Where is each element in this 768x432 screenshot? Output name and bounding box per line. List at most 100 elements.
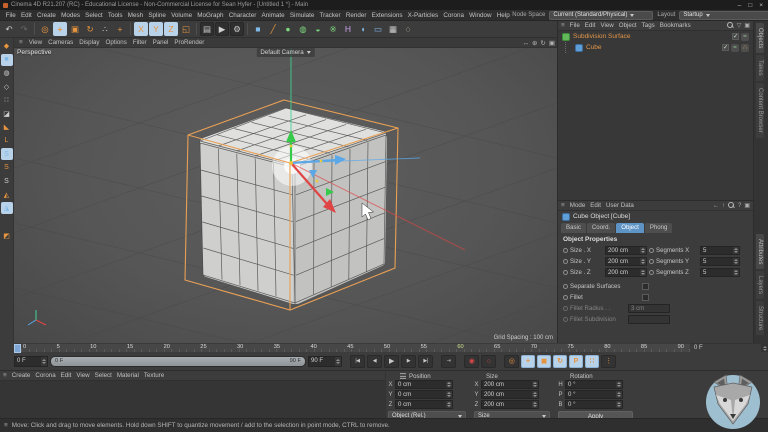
position-x-input[interactable]: 0 cm — [395, 380, 453, 389]
edit-tag-icon[interactable]: ≈ — [741, 33, 749, 41]
last-tool-button[interactable]: ∴ — [98, 22, 112, 36]
points-mode-button[interactable]: ∷ — [1, 94, 13, 106]
menu-spline[interactable]: Spline — [146, 12, 169, 19]
mat-menu-material[interactable]: Material — [117, 372, 139, 379]
pan-view-icon[interactable]: ↔ — [522, 40, 529, 47]
viewport-canvas[interactable]: Perspective Default Camera Grid Spacing … — [14, 48, 557, 343]
fillet-checkbox[interactable] — [642, 294, 649, 301]
separate-surfaces-checkbox[interactable] — [642, 283, 649, 290]
size-z-input[interactable]: 200 cm — [605, 268, 647, 277]
render-view-button[interactable]: ▤ — [200, 22, 214, 36]
convert-editable-button[interactable]: ◆ — [1, 40, 13, 52]
axis-z-toggle[interactable]: Z — [164, 22, 178, 36]
om-menu-view[interactable]: View — [600, 22, 613, 29]
goto-end-button[interactable]: ▶| — [418, 355, 433, 368]
render-picture-viewer-button[interactable]: ▶ — [215, 22, 229, 36]
workplane-tool[interactable]: + — [113, 22, 127, 36]
size-y-input[interactable]: 200 cm — [605, 257, 647, 266]
axis-x-toggle[interactable]: X — [134, 22, 148, 36]
edges-mode-button[interactable]: ◪ — [1, 108, 13, 120]
symmetry-button[interactable]: ◒ — [311, 22, 325, 36]
floor-button[interactable]: ▭ — [371, 22, 385, 36]
phong-tag-icon[interactable]: ∴ — [741, 44, 749, 52]
tab-structure[interactable]: Structure — [756, 301, 764, 335]
camera-label[interactable]: Default Camera — [256, 48, 314, 57]
segments-z-input[interactable]: 5 — [700, 268, 740, 277]
scale-tool[interactable]: ▣ — [68, 22, 82, 36]
om-menu-edit[interactable]: Edit — [585, 22, 596, 29]
coordinate-system-toggle[interactable]: ◱ — [179, 22, 193, 36]
current-frame-field[interactable]: 0 F — [690, 343, 768, 352]
help-icon[interactable]: ? — [738, 203, 741, 209]
tab-coord[interactable]: Coord. — [587, 223, 615, 233]
zoom-view-icon[interactable]: ⊕ — [532, 39, 537, 47]
object-row-subdivision-surface[interactable]: Subdivision Surface ≈ — [558, 31, 753, 42]
animatable-dot[interactable] — [649, 259, 654, 264]
enable-axis-button[interactable]: S — [1, 148, 13, 160]
maximize-button[interactable]: □ — [748, 2, 752, 9]
rotation-h-input[interactable]: 0 ° — [565, 380, 623, 389]
position-y-input[interactable]: 0 cm — [395, 390, 453, 399]
menu-tools[interactable]: Tools — [105, 12, 125, 19]
vp-menu-options[interactable]: Options — [106, 39, 127, 46]
vp-menu-panel[interactable]: Panel — [153, 39, 169, 46]
panel-menu-icon[interactable]: ≡ — [19, 39, 23, 46]
enabled-checkbox[interactable] — [722, 44, 729, 51]
snap-button[interactable]: S — [1, 162, 13, 174]
vp-menu-cameras[interactable]: Cameras — [48, 39, 73, 46]
rotate-tool[interactable]: ↻ — [83, 22, 97, 36]
status-menu-icon[interactable]: ≡ — [4, 422, 8, 429]
menu-create[interactable]: Create — [34, 12, 58, 19]
add-pen-button[interactable]: ╱ — [266, 22, 280, 36]
render-settings-button[interactable]: ⚙ — [230, 22, 244, 36]
size-y-input[interactable]: 200 cm — [481, 390, 539, 399]
generator-button[interactable]: ◍ — [296, 22, 310, 36]
edit-tag-icon[interactable]: ≈ — [731, 44, 739, 52]
menu-xparticles[interactable]: X-Particles — [405, 12, 441, 19]
keyframe-selection-button[interactable]: ◎ — [504, 355, 519, 368]
texture-mode-button[interactable]: ◍ — [1, 67, 13, 79]
locked-workplane-button[interactable]: ◮ — [1, 202, 13, 214]
maximize-view-icon[interactable]: ▣ — [549, 39, 555, 47]
tab-basic[interactable]: Basic — [561, 223, 586, 233]
position-z-input[interactable]: 0 cm — [395, 400, 453, 409]
panel-menu-icon[interactable]: ≡ — [3, 372, 7, 379]
menu-window[interactable]: Window — [467, 12, 495, 19]
range-start-field[interactable]: 0 F — [14, 356, 48, 367]
menu-tracker[interactable]: Tracker — [317, 12, 343, 19]
workplane-mode-button[interactable]: ◇ — [1, 81, 13, 93]
move-tool[interactable]: + — [53, 22, 67, 36]
animatable-dot[interactable] — [563, 295, 568, 300]
playhead[interactable] — [14, 344, 21, 353]
redo-button[interactable]: ↷ — [17, 22, 31, 36]
search-icon[interactable] — [728, 202, 735, 209]
animatable-dot[interactable] — [563, 270, 568, 275]
axis-y-toggle[interactable]: Y — [149, 22, 163, 36]
deformer-button[interactable]: H — [341, 22, 355, 36]
animatable-dot[interactable] — [563, 284, 568, 289]
toggle-position-button[interactable]: + — [521, 355, 535, 368]
size-x-input[interactable]: 200 cm — [605, 246, 647, 255]
attr-menu-userdata[interactable]: User Data — [606, 202, 634, 209]
segments-y-input[interactable]: 5 — [700, 257, 740, 266]
close-button[interactable]: × — [759, 2, 763, 9]
toggle-pla-button[interactable]: ∷ — [585, 355, 599, 368]
menu-extensions[interactable]: Extensions — [369, 12, 405, 19]
menu-mesh[interactable]: Mesh — [125, 12, 146, 19]
tab-objects[interactable]: Objects — [756, 23, 764, 53]
next-frame-button[interactable]: ▶ — [401, 355, 416, 368]
light-button[interactable]: ◌ — [401, 22, 415, 36]
tab-attributes[interactable]: Attributes — [756, 234, 764, 269]
mat-menu-select[interactable]: Select — [95, 372, 112, 379]
toggle-scale-button[interactable]: ◼ — [537, 355, 551, 368]
menu-character[interactable]: Character — [226, 12, 259, 19]
next-key-button[interactable]: ⇥ — [441, 355, 456, 368]
menu-volume[interactable]: Volume — [168, 12, 194, 19]
mirror-button[interactable]: ◭ — [1, 189, 13, 201]
enabled-checkbox[interactable] — [732, 33, 739, 40]
subdivision-surface-button[interactable]: ● — [281, 22, 295, 36]
rotate-view-icon[interactable]: ↻ — [540, 39, 545, 47]
menu-help[interactable]: Help — [494, 12, 512, 19]
om-menu-file[interactable]: File — [570, 22, 580, 29]
viewport-solo-button[interactable]: ◩ — [1, 230, 13, 242]
